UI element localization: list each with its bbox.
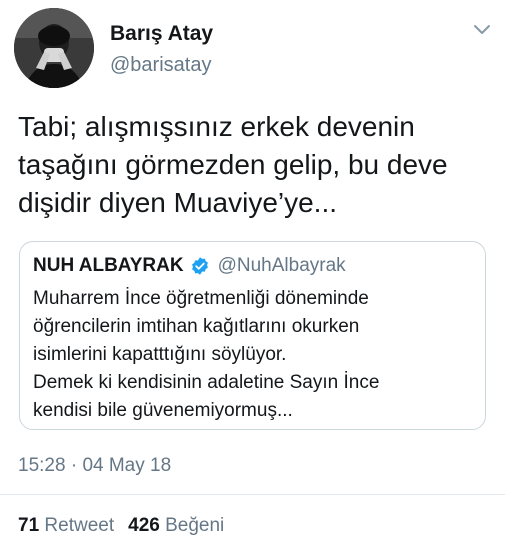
quoted-line: Muharrem İnce öğretmenliği döneminde bbox=[33, 288, 369, 309]
tweet-line: taşağını görmezden gelip, bu deve bbox=[18, 149, 448, 180]
author-name[interactable]: Barış Atay bbox=[110, 22, 213, 46]
timestamp-separator: · bbox=[65, 455, 83, 476]
tweet-line: dişidir diyen Muaviye’ye... bbox=[18, 187, 338, 218]
like-count: 426 bbox=[128, 515, 160, 536]
tweet-timestamp[interactable]: 15:28 · 04 May 18 bbox=[18, 455, 171, 477]
tweet-date: 04 May 18 bbox=[82, 455, 172, 476]
retweet-count: 71 bbox=[18, 515, 40, 536]
tweet-line: Tabi; alışmışsınız erkek devenin bbox=[18, 111, 415, 142]
quoted-tweet[interactable]: NUH ALBAYRAK @NuhAlbayrak Muharrem İnce … bbox=[19, 241, 486, 430]
quoted-line: Demek ki kendisinin adaletine Sayın İnce bbox=[33, 372, 380, 393]
tweet-time: 15:28 bbox=[18, 455, 66, 476]
divider bbox=[0, 494, 505, 495]
quoted-line: öğrencilerin imtihan kağıtlarını okurken bbox=[33, 316, 360, 337]
chevron-down-icon[interactable] bbox=[472, 22, 492, 36]
quoted-author-name[interactable]: NUH ALBAYRAK bbox=[33, 255, 184, 277]
retweet-label: Retweet bbox=[44, 515, 115, 536]
retweet-stat[interactable]: 71 Retweet bbox=[18, 515, 114, 536]
quoted-line: isimlerini kapatttığını söylüyor. bbox=[33, 344, 287, 365]
quoted-tweet-text: Muharrem İnce öğretmenliği döneminde öğr… bbox=[33, 285, 473, 425]
quoted-line: kendisi bile güvenemiyormuş... bbox=[33, 400, 293, 421]
avatar[interactable] bbox=[14, 8, 94, 88]
quoted-author-handle[interactable]: @NuhAlbayrak bbox=[218, 255, 346, 277]
tweet-text: Tabi; alışmışsınız erkek devenin taşağın… bbox=[18, 108, 488, 222]
verified-badge-icon bbox=[191, 257, 208, 275]
author-handle[interactable]: @barisatay bbox=[110, 54, 211, 77]
like-stat[interactable]: 426 Beğeni bbox=[128, 515, 224, 536]
tweet-stats: 71 Retweet 426 Beğeni bbox=[18, 515, 224, 537]
like-label: Beğeni bbox=[165, 515, 225, 536]
quoted-tweet-header: NUH ALBAYRAK @NuhAlbayrak bbox=[33, 255, 346, 277]
